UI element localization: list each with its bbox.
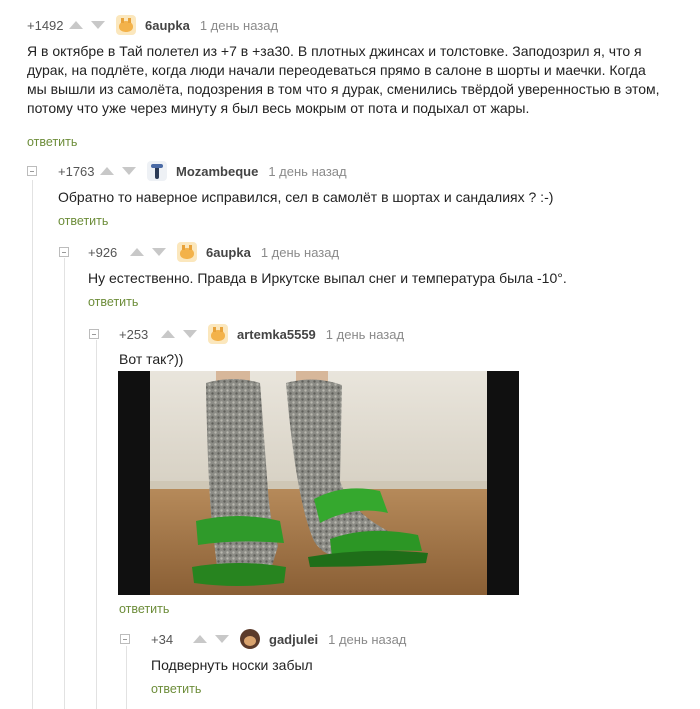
comment-author[interactable]: 6aupka bbox=[145, 18, 190, 33]
thread-line bbox=[32, 180, 33, 709]
comment-text: Ну естественно. Правда в Иркутске выпал … bbox=[88, 269, 567, 288]
comment-time: 1 день назад bbox=[199, 17, 279, 33]
cat-avatar-icon[interactable] bbox=[177, 242, 197, 262]
comment-time: 1 день назад bbox=[268, 163, 347, 179]
socks-sandals-photo bbox=[118, 371, 519, 595]
comment-text: Я в октябре в Тай полетел из +7 в +за30.… bbox=[27, 42, 660, 118]
collapse-icon[interactable] bbox=[120, 634, 130, 644]
comment-header: +1763 Mozambeque 1 день назад bbox=[58, 161, 347, 181]
downvote-icon[interactable] bbox=[183, 330, 197, 338]
comment-rating: +253 bbox=[119, 326, 149, 342]
comment-header: +253 artemka5559 1 день назад bbox=[119, 324, 405, 344]
collapse-icon[interactable] bbox=[59, 247, 69, 257]
comment-time: 1 день назад bbox=[328, 631, 407, 647]
vote-controls bbox=[193, 635, 229, 643]
reply-link[interactable]: ответить bbox=[88, 295, 138, 309]
comment-image[interactable] bbox=[118, 371, 519, 595]
comment-text-line: Ну естественно. Правда в Иркутске выпал … bbox=[88, 270, 567, 286]
comment-text-line: дурак, на подлёте, когда люди начали пер… bbox=[27, 62, 646, 78]
upvote-icon[interactable] bbox=[100, 167, 114, 175]
upvote-icon[interactable] bbox=[193, 635, 207, 643]
reply-link[interactable]: ответить bbox=[119, 602, 169, 616]
cat-avatar-icon[interactable] bbox=[208, 324, 228, 344]
cat-avatar-icon[interactable] bbox=[116, 15, 136, 35]
reply-link[interactable]: ответить bbox=[27, 135, 77, 149]
collapse-icon[interactable] bbox=[89, 329, 99, 339]
vote-controls bbox=[130, 248, 166, 256]
comment-text: Обратно то наверное исправился, сел в са… bbox=[58, 188, 553, 207]
upvote-icon[interactable] bbox=[130, 248, 144, 256]
comment-header: +926 6aupka 1 день назад bbox=[88, 242, 340, 262]
upvote-icon[interactable] bbox=[69, 21, 83, 29]
downvote-icon[interactable] bbox=[122, 167, 136, 175]
comment-time: 1 день назад bbox=[325, 326, 405, 342]
comment-text: Подвернуть носки забыл bbox=[151, 656, 313, 675]
comment-header: +1492 6aupka 1 день назад bbox=[27, 15, 279, 35]
comment-rating: +1492 bbox=[27, 17, 64, 33]
vote-controls bbox=[69, 21, 105, 29]
person-avatar-icon[interactable] bbox=[240, 629, 260, 649]
vote-controls bbox=[100, 167, 136, 175]
collapse-icon[interactable] bbox=[27, 166, 37, 176]
comment-time: 1 день назад bbox=[260, 244, 340, 260]
comment-author[interactable]: Mozambeque bbox=[176, 164, 258, 179]
comment-author[interactable]: 6aupka bbox=[206, 245, 251, 260]
comment-header: +34 gadjulei 1 день назад bbox=[151, 629, 407, 649]
downvote-icon[interactable] bbox=[215, 635, 229, 643]
downvote-icon[interactable] bbox=[152, 248, 166, 256]
vote-controls bbox=[161, 330, 197, 338]
comment-author[interactable]: gadjulei bbox=[269, 632, 318, 647]
figure-avatar-icon[interactable] bbox=[147, 161, 167, 181]
comment-author[interactable]: artemka5559 bbox=[237, 327, 316, 342]
comment-text-line: Подвернуть носки забыл bbox=[151, 657, 313, 673]
upvote-icon[interactable] bbox=[161, 330, 175, 338]
reply-link[interactable]: ответить bbox=[58, 214, 108, 228]
comment-rating: +1763 bbox=[58, 163, 95, 179]
comment-text-line: Обратно то наверное исправился, сел в са… bbox=[58, 189, 554, 205]
thread-line bbox=[64, 258, 65, 709]
comment-text: Вот так?)) bbox=[119, 350, 183, 369]
comment-text-line: потому что уже через минуту я был весь м… bbox=[27, 100, 530, 116]
comment-text-line: Вот так?)) bbox=[119, 351, 184, 367]
comment-text-line: Я в октябре в Тай полетел из +7 в +за30.… bbox=[27, 43, 642, 59]
thread-line bbox=[96, 340, 97, 709]
comment-rating: +34 bbox=[151, 631, 174, 647]
downvote-icon[interactable] bbox=[91, 21, 105, 29]
comment-rating: +926 bbox=[88, 244, 118, 260]
thread-line bbox=[126, 646, 127, 709]
comment-text-line: мы вышли из самолёта, подозрения в том ч… bbox=[27, 81, 660, 97]
reply-link[interactable]: ответить bbox=[151, 682, 201, 696]
